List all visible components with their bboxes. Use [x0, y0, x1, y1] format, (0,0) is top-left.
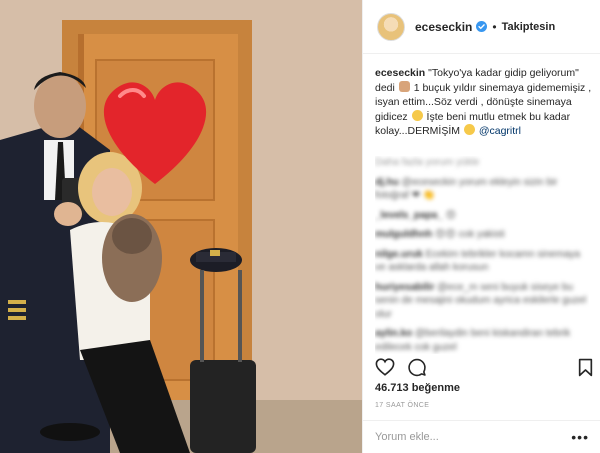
comment-input[interactable] [375, 431, 572, 443]
woman-emoji-icon [398, 80, 410, 92]
bookmark-icon[interactable] [578, 358, 593, 377]
username-link[interactable]: eceseckin [415, 20, 472, 34]
comment-user[interactable]: mulguldhnh [375, 229, 432, 240]
comment-user[interactable]: aylin.ko [375, 328, 412, 339]
photo-scene [0, 0, 362, 453]
list-item: _levels_papa_ 😍 [375, 209, 589, 223]
comment-user[interactable]: huriyesabilir [375, 282, 434, 293]
smile-emoji-icon [411, 109, 423, 121]
post-header: eceseckin • Takiptesin [363, 0, 600, 54]
list-item: nilge.uruk Ecekim tebrikler kocamn sinem… [375, 248, 589, 275]
post-actions [375, 356, 593, 378]
list-item: dj.hu @eceseckin yorum ekleyin sizin bir… [375, 176, 589, 203]
comment-user[interactable]: nilge.uruk [375, 249, 423, 260]
caption-username[interactable]: eceseckin [375, 67, 425, 79]
comment-user[interactable]: _levels_papa_ [375, 210, 443, 221]
separator-dot: • [492, 19, 497, 34]
list-item: mulguldhnh 😍😍 cok yakisti [375, 228, 589, 242]
post-photo [0, 0, 362, 453]
verified-icon [476, 21, 488, 32]
list-item: huriyesabilir @ece_m seni buyuk siseye b… [375, 281, 589, 322]
comment-icon[interactable] [407, 358, 427, 377]
following-button[interactable]: Takiptesin [502, 21, 556, 33]
heart-outline-icon[interactable] [375, 358, 395, 376]
more-options-icon[interactable]: ••• [571, 430, 589, 444]
list-item: aylin.ko @berilaydin beni kiskandiran te… [375, 327, 589, 354]
post-timestamp: 17 SAAT ÖNCE [375, 402, 430, 409]
likes-count[interactable]: 46.713 beğenme [375, 382, 460, 394]
caption-mention-link[interactable]: @cagritrl [479, 125, 521, 137]
load-more-comments[interactable]: Daha fazla yorum yükle [375, 156, 589, 170]
post-side-panel: eceseckin • Takiptesin eceseckin "Tokyo'… [362, 0, 600, 453]
avatar[interactable] [377, 12, 405, 41]
post-caption: eceseckin "Tokyo'ya kadar gidip geliyoru… [375, 66, 593, 139]
comments-list: Daha fazla yorum yükle dj.hu @eceseckin … [375, 156, 589, 354]
comment-bar: ••• [363, 420, 600, 453]
comment-text: 😍😍 cok yakisti [435, 229, 505, 240]
grin-emoji-icon [463, 124, 475, 135]
comment-text: 😍 [445, 209, 457, 221]
comment-user[interactable]: dj.hu [375, 177, 399, 188]
comment-text: @eceseckin yorum ekleyin sizin bir fotoğ… [375, 176, 558, 202]
